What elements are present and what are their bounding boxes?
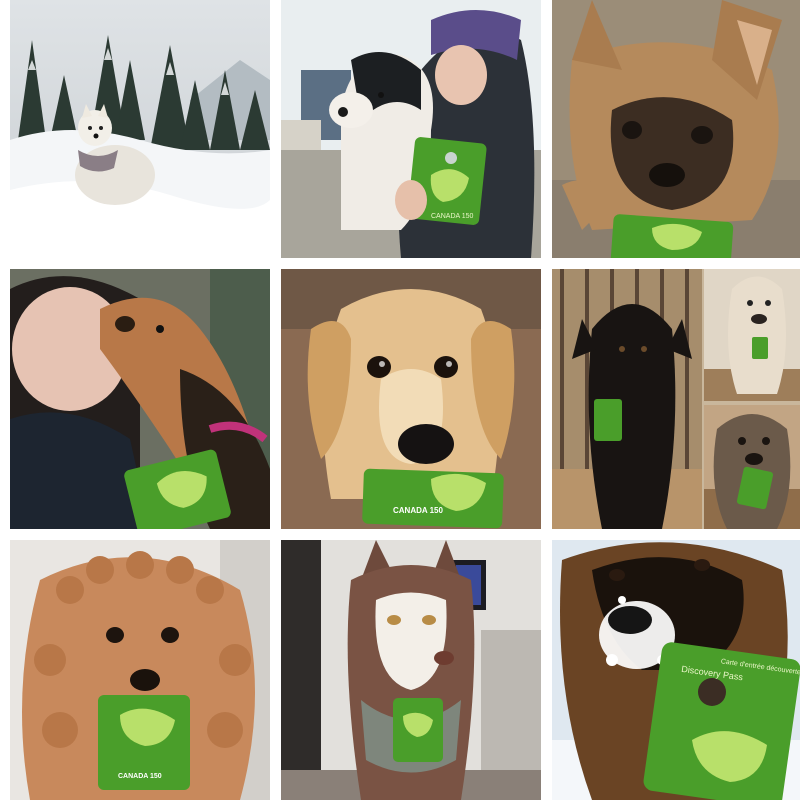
photo-grid: CANADA 150 CANADA 150 CANADA 150 Discove…: [0, 0, 800, 800]
woman-shaggy-dog-photo: [10, 269, 270, 529]
photo-tile-woman-shaggy-dog[interactable]: [10, 269, 270, 529]
photo-tile-poodle[interactable]: CANADA 150: [10, 540, 270, 800]
card-label: CANADA 150: [431, 213, 474, 220]
photo-tile-westie-snow[interactable]: [10, 0, 270, 258]
photo-tile-german-shepherd[interactable]: Discovery Pass Carte d'entrée découverte: [552, 540, 800, 800]
photo-tile-deck-dogs[interactable]: [552, 269, 800, 529]
woman-dog-kiss-photo: CANADA 150: [281, 0, 541, 258]
golden-puppy-photo: CANADA 150: [281, 269, 541, 529]
photo-tile-french-bulldog[interactable]: [552, 0, 800, 258]
husky-photo: [281, 540, 541, 800]
card-canada-150: CANADA 150: [393, 506, 443, 515]
poodle-photo: CANADA 150: [10, 540, 270, 800]
photo-tile-golden-puppy[interactable]: CANADA 150: [281, 269, 541, 529]
card-canada-150-poodle: CANADA 150: [118, 773, 162, 780]
westie-snow-photo: [10, 0, 270, 258]
german-shepherd-photo: Discovery Pass Carte d'entrée découverte: [552, 540, 800, 800]
deck-dogs-photo: [552, 269, 800, 529]
photo-tile-woman-dog-kiss[interactable]: CANADA 150: [281, 0, 541, 258]
photo-tile-husky[interactable]: [281, 540, 541, 800]
french-bulldog-photo: [552, 0, 800, 258]
